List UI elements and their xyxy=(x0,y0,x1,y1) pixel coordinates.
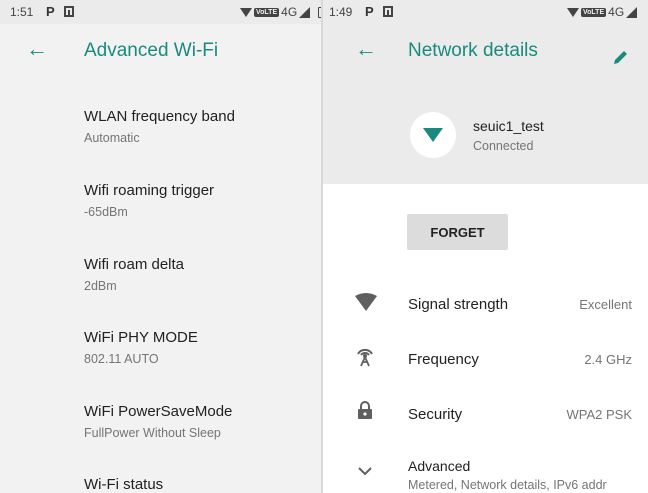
status-bar: 1:49 P VoLTE 4G xyxy=(323,0,648,24)
status-time: 1:51 xyxy=(10,5,34,19)
wifi-status-icon xyxy=(567,7,579,17)
arrow-back-icon[interactable]: ← xyxy=(355,38,377,60)
advanced-label: Advanced xyxy=(408,458,471,474)
volte-icon: VoLTE xyxy=(254,7,280,17)
detail-value: WPA2 PSK xyxy=(566,407,632,422)
pref-title: WLAN frequency band xyxy=(84,108,235,125)
page-title: Advanced Wi-Fi xyxy=(84,40,219,61)
lock-icon xyxy=(358,401,372,419)
network-type: 4G xyxy=(608,5,625,19)
pref-title: WiFi PHY MODE xyxy=(84,329,198,346)
pref-title: Wifi roaming trigger xyxy=(84,182,215,199)
pref-summary: Automatic xyxy=(84,131,140,145)
pref-summary: 2dBm xyxy=(84,279,117,293)
status-icons: VoLTE 4G xyxy=(567,5,638,19)
notification-icon xyxy=(383,6,393,17)
forget-button[interactable]: FORGET xyxy=(407,214,508,250)
volte-icon: VoLTE xyxy=(581,7,607,17)
p-icon: P xyxy=(365,4,374,19)
detail-row-advanced[interactable]: Advanced Metered, Network details, IPv6 … xyxy=(323,452,648,492)
app-bar: ← Advanced Wi-Fi xyxy=(0,24,323,74)
signal-icon xyxy=(299,6,311,18)
pref-title: Wifi roam delta xyxy=(84,256,185,273)
detail-row-security: Security WPA2 PSK xyxy=(323,395,648,435)
pref-wifi-roam-delta[interactable]: Wifi roam delta 2dBm xyxy=(84,256,184,293)
detail-label: Signal strength xyxy=(408,296,509,313)
pref-summary: -65dBm xyxy=(84,205,128,219)
status-bar: 1:51 P VoLTE 4G xyxy=(0,0,323,24)
pencil-icon[interactable] xyxy=(612,48,630,66)
network-type: 4G xyxy=(281,5,298,19)
detail-label: Frequency xyxy=(408,351,479,368)
detail-row-signal-strength: Signal strength Excellent xyxy=(323,285,648,325)
network-status: Connected xyxy=(473,139,534,153)
wifi-icon xyxy=(423,128,443,142)
pref-summary: FullPower Without Sleep xyxy=(84,426,221,440)
pref-wifi-status[interactable]: Wi-Fi status xyxy=(84,476,163,493)
advanced-wifi-screen: 1:51 P VoLTE 4G ← Advanced Wi-Fi WLAN fr… xyxy=(0,0,323,493)
status-time: 1:49 xyxy=(329,5,353,19)
status-icons: VoLTE 4G xyxy=(240,5,323,19)
advanced-summary: Metered, Network details, IPv6 addr xyxy=(408,478,607,492)
detail-value: 2.4 GHz xyxy=(584,352,632,367)
detail-value: Excellent xyxy=(579,297,632,312)
detail-label: Security xyxy=(408,406,463,423)
pref-wlan-frequency-band[interactable]: WLAN frequency band Automatic xyxy=(84,108,235,145)
chevron-down-icon xyxy=(358,467,372,476)
pref-wifi-phy-mode[interactable]: WiFi PHY MODE 802.11 AUTO xyxy=(84,329,198,366)
pref-title: WiFi PowerSaveMode xyxy=(84,403,233,420)
p-icon: P xyxy=(46,4,55,19)
pref-wifi-powersave-mode[interactable]: WiFi PowerSaveMode FullPower Without Sle… xyxy=(84,403,232,440)
wifi-signal-icon xyxy=(355,293,377,311)
detail-row-frequency: Frequency 2.4 GHz xyxy=(323,340,648,380)
network-ssid: seuic1_test xyxy=(473,118,544,134)
signal-icon xyxy=(626,6,638,18)
app-bar: ← Network details xyxy=(323,24,648,74)
pref-summary: 802.11 AUTO xyxy=(84,352,159,366)
network-details-screen: 1:49 P VoLTE 4G ← Network details seuic1… xyxy=(323,0,648,493)
antenna-icon xyxy=(357,348,373,367)
notification-icon xyxy=(64,6,74,17)
arrow-back-icon[interactable]: ← xyxy=(26,38,48,60)
wifi-status-icon xyxy=(240,7,252,17)
pref-title: Wi-Fi status xyxy=(84,476,164,493)
pref-wifi-roaming-trigger[interactable]: Wifi roaming trigger -65dBm xyxy=(84,182,214,219)
page-title: Network details xyxy=(408,40,538,61)
